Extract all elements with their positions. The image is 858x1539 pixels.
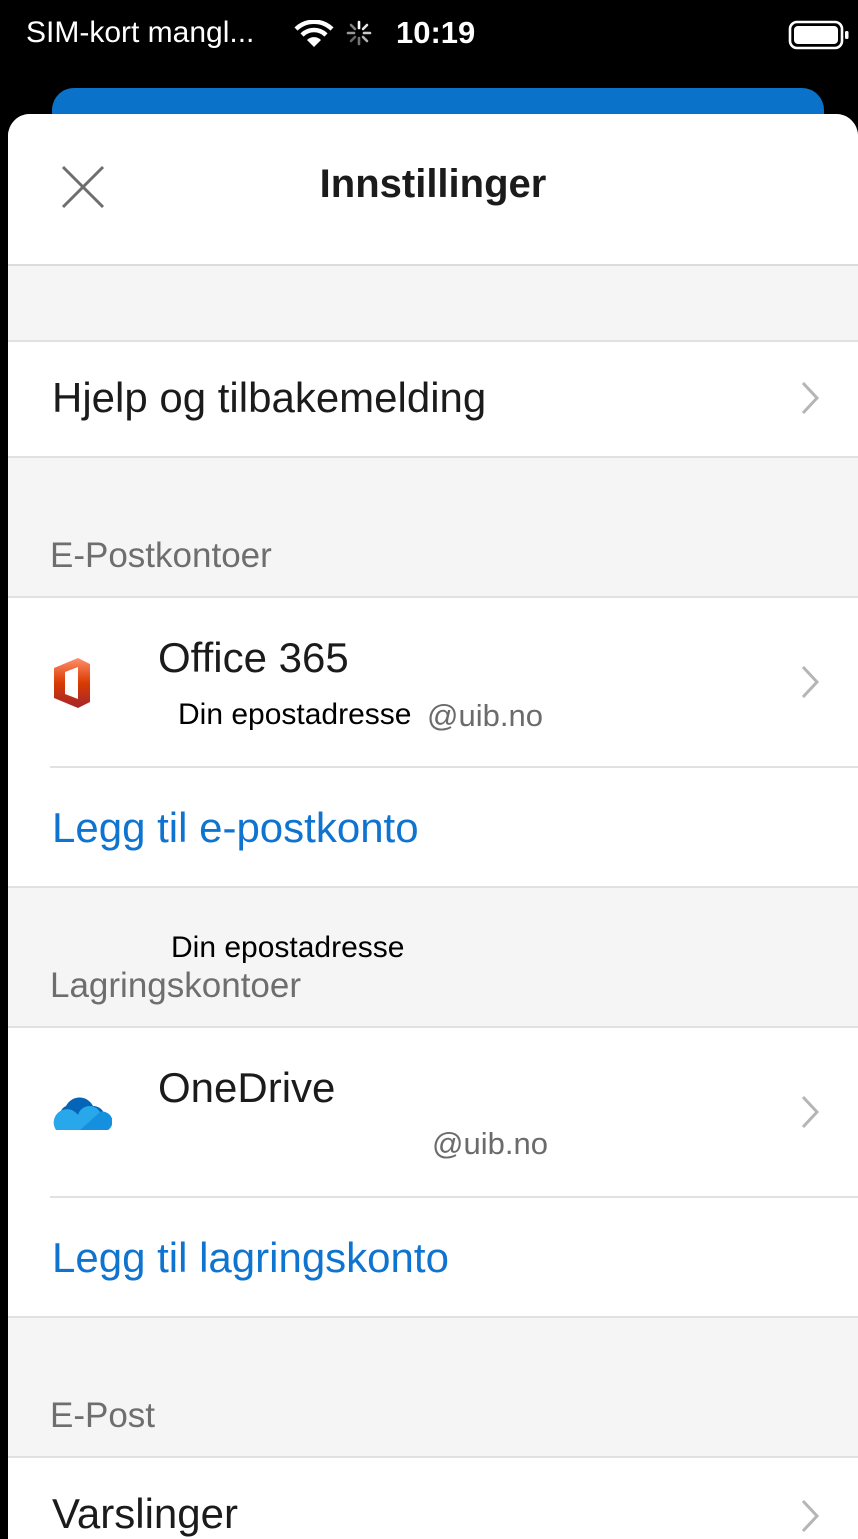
notifications-row[interactable]: Varslinger bbox=[8, 1458, 858, 1539]
email-domain: @uib.no bbox=[427, 698, 543, 733]
help-feedback-row[interactable]: Hjelp og tilbakemelding bbox=[8, 342, 858, 456]
email-domain: @uib.no bbox=[432, 1126, 548, 1161]
wifi-icon bbox=[294, 19, 334, 55]
chevron-right-icon bbox=[800, 1094, 820, 1135]
add-storage-account-label: Legg til lagringskonto bbox=[52, 1234, 449, 1281]
chevron-right-icon bbox=[800, 664, 820, 705]
email-prefix: Din epostadresse bbox=[178, 698, 412, 731]
account-name: Office 365 bbox=[158, 634, 349, 681]
page-title: Innstillinger bbox=[319, 162, 547, 206]
mail-section: E-Post bbox=[8, 1318, 858, 1456]
navigation-bar: Innstillinger bbox=[8, 114, 858, 266]
storage-accounts-section: Din epostadresse Lagringskontoer bbox=[8, 888, 858, 1026]
mail-header: E-Post bbox=[50, 1396, 156, 1435]
chevron-right-icon bbox=[800, 1498, 820, 1539]
office-365-icon bbox=[52, 656, 92, 715]
chevron-right-icon bbox=[800, 380, 820, 421]
onedrive-icon bbox=[52, 1096, 113, 1137]
storage-accounts-header: Lagringskontoer bbox=[50, 966, 301, 1005]
add-mail-account-button[interactable]: Legg til e-postkonto bbox=[8, 768, 858, 886]
add-storage-account-button[interactable]: Legg til lagringskonto bbox=[8, 1198, 858, 1316]
onedrive-account-row[interactable]: OneDrive @uib.no bbox=[8, 1028, 858, 1196]
account-name: OneDrive bbox=[158, 1064, 336, 1111]
add-mail-account-label: Legg til e-postkonto bbox=[52, 804, 419, 851]
office-365-account-row[interactable]: Office 365 Din epostadresse @uib.no bbox=[8, 598, 858, 766]
status-bar: SIM-kort mangl... 10:19 bbox=[0, 0, 858, 80]
storage-note: Din epostadresse bbox=[171, 931, 405, 964]
carrier-text: SIM-kort mangl... bbox=[26, 16, 255, 49]
notifications-label: Varslinger bbox=[52, 1490, 238, 1537]
section-spacer bbox=[8, 266, 858, 340]
settings-sheet: Innstillinger Hjelp og tilbakemelding E-… bbox=[8, 114, 858, 1539]
help-feedback-label: Hjelp og tilbakemelding bbox=[52, 374, 487, 421]
activity-spinner-icon bbox=[346, 20, 372, 51]
clock: 10:19 bbox=[396, 15, 476, 50]
battery-icon bbox=[788, 20, 850, 55]
mail-accounts-header: E-Postkontoer bbox=[50, 536, 272, 575]
mail-accounts-section: E-Postkontoer bbox=[8, 458, 858, 596]
